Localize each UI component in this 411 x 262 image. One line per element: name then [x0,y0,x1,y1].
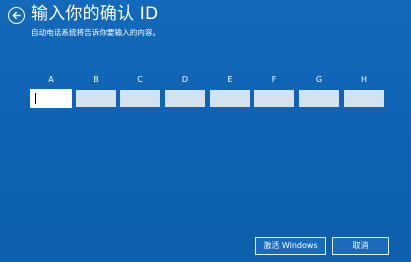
id-field-b[interactable] [76,90,116,107]
column-label-d: D [181,75,189,84]
id-column-c: C [120,75,160,107]
activation-dialog: 输入你的确认 ID 自动电话系统将告诉你要输入的内容。 A B C D E F [0,0,411,262]
id-column-b: B [76,75,116,107]
id-field-h[interactable] [344,90,384,107]
id-field-g[interactable] [299,90,339,107]
column-label-e: E [227,75,233,84]
column-label-b: B [93,75,99,84]
column-label-g: G [315,75,323,84]
id-field-f[interactable] [254,90,294,107]
text-caret [35,93,36,104]
confirmation-id-fields: A B C D E F G H [31,75,385,107]
id-column-h: H [344,75,384,107]
page-subtitle: 自动电话系统将告诉你要输入的内容。 [31,28,161,37]
id-field-d[interactable] [165,90,205,107]
back-button[interactable] [8,7,25,24]
id-column-f: F [254,75,294,107]
id-field-a[interactable] [31,90,71,107]
activate-windows-button[interactable]: 激活 Windows [255,237,326,255]
page-title: 输入你的确认 ID [31,4,159,24]
back-arrow-icon [12,11,21,20]
id-column-g: G [299,75,339,107]
column-label-c: C [137,75,143,84]
column-label-h: H [360,75,367,84]
id-column-d: D [165,75,205,107]
id-column-e: E [210,75,250,107]
cancel-button[interactable]: 取消 [332,237,389,255]
column-label-f: F [271,75,277,84]
id-field-c[interactable] [120,90,160,107]
column-label-a: A [48,75,54,84]
id-column-a: A [31,75,71,107]
id-field-e[interactable] [210,90,250,107]
